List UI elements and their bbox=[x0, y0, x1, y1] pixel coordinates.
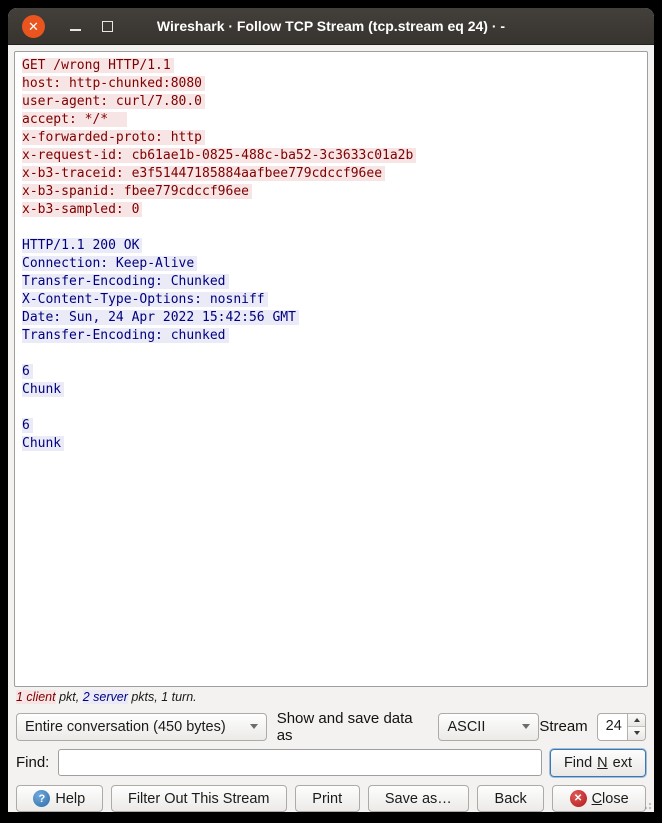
help-label: Help bbox=[55, 791, 85, 807]
find-row: Find: Find Next bbox=[16, 749, 646, 776]
stream-line: Transfer-Encoding: chunked bbox=[22, 327, 640, 345]
stream-line: 6 bbox=[22, 363, 640, 381]
stream-line bbox=[22, 345, 640, 363]
stream-line: X-Content-Type-Options: nosniff bbox=[22, 291, 640, 309]
data-format-value: ASCII bbox=[447, 719, 485, 735]
chevron-down-icon bbox=[250, 724, 258, 729]
stream-line: Date: Sun, 24 Apr 2022 15:42:56 GMT bbox=[22, 309, 640, 327]
follow-tcp-stream-dialog: ✕ Wireshark · Follow TCP Stream (tcp.str… bbox=[8, 8, 654, 812]
stepper-down-button[interactable] bbox=[628, 727, 645, 740]
find-label: Find: bbox=[16, 754, 49, 771]
controls-row: Entire conversation (450 bytes) Show and… bbox=[16, 712, 646, 741]
close-button[interactable]: ✕ Close bbox=[552, 785, 646, 812]
stream-line: user-agent: curl/7.80.0 bbox=[22, 93, 640, 111]
stream-line: Chunk bbox=[22, 381, 640, 399]
titlebar[interactable]: ✕ Wireshark · Follow TCP Stream (tcp.str… bbox=[8, 8, 654, 45]
conversation-range-value: Entire conversation (450 bytes) bbox=[25, 719, 226, 735]
stepper-arrows bbox=[627, 714, 645, 740]
stream-content[interactable]: GET /wrong HTTP/1.1host: http-chunked:80… bbox=[14, 51, 648, 687]
stream-line: Connection: Keep-Alive bbox=[22, 255, 640, 273]
find-input[interactable] bbox=[58, 749, 542, 776]
stream-line: 6 bbox=[22, 417, 640, 435]
stream-line bbox=[22, 219, 640, 237]
stream-stats: 1 client pkt, 2 server pkts, 1 turn. bbox=[16, 690, 648, 706]
stream-line: HTTP/1.1 200 OK bbox=[22, 237, 640, 255]
save-as-label: Save as… bbox=[385, 791, 452, 807]
window-title: Wireshark · Follow TCP Stream (tcp.strea… bbox=[8, 8, 654, 44]
stream-number-value: 24 bbox=[598, 714, 627, 740]
stream-line: x-b3-traceid: e3f51447185884aafbee779cdc… bbox=[22, 165, 640, 183]
server-pkt-count: 2 server bbox=[83, 690, 128, 704]
stepper-up-button[interactable] bbox=[628, 714, 645, 728]
stream-line: Chunk bbox=[22, 435, 640, 453]
stream-line: Transfer-Encoding: Chunked bbox=[22, 273, 640, 291]
find-next-button[interactable]: Find Next bbox=[550, 749, 646, 777]
client-pkt-count: 1 client bbox=[16, 690, 56, 704]
stream-line: GET /wrong HTTP/1.1 bbox=[22, 57, 640, 75]
save-as-button[interactable]: Save as… bbox=[368, 785, 470, 812]
resize-grip[interactable] bbox=[642, 800, 652, 810]
find-next-label: Find bbox=[564, 755, 592, 771]
data-format-select[interactable]: ASCII bbox=[438, 713, 539, 741]
print-button[interactable]: Print bbox=[295, 785, 360, 812]
spin-up-icon bbox=[634, 718, 640, 722]
close-label: Close bbox=[592, 791, 629, 807]
stream-line: x-b3-sampled: 0 bbox=[22, 201, 640, 219]
filter-out-stream-button[interactable]: Filter Out This Stream bbox=[111, 785, 287, 812]
back-label: Back bbox=[495, 791, 527, 807]
filter-out-label: Filter Out This Stream bbox=[128, 791, 270, 807]
show-as-label: Show and save data as bbox=[277, 710, 431, 744]
dialog-buttons: ? Help Filter Out This Stream Print Save… bbox=[16, 785, 646, 812]
stats-text-2: pkts, 1 turn. bbox=[128, 690, 197, 704]
conversation-range-select[interactable]: Entire conversation (450 bytes) bbox=[16, 713, 267, 741]
stats-text-1: pkt, bbox=[56, 690, 83, 704]
stream-line: x-b3-spanid: fbee779cdccf96ee bbox=[22, 183, 640, 201]
stream-line: accept: */* bbox=[22, 111, 640, 129]
help-icon: ? bbox=[33, 790, 50, 807]
chevron-down-icon bbox=[522, 724, 530, 729]
stream-line: x-request-id: cb61ae1b-0825-488c-ba52-3c… bbox=[22, 147, 640, 165]
help-button[interactable]: ? Help bbox=[16, 785, 103, 812]
print-label: Print bbox=[312, 791, 342, 807]
close-icon: ✕ bbox=[570, 790, 587, 807]
spin-down-icon bbox=[634, 731, 640, 735]
stream-number-stepper[interactable]: 24 bbox=[597, 713, 646, 741]
back-button[interactable]: Back bbox=[477, 785, 544, 812]
stream-line: x-forwarded-proto: http bbox=[22, 129, 640, 147]
stream-label: Stream bbox=[539, 718, 587, 735]
stream-line bbox=[22, 399, 640, 417]
stream-line: host: http-chunked:8080 bbox=[22, 75, 640, 93]
